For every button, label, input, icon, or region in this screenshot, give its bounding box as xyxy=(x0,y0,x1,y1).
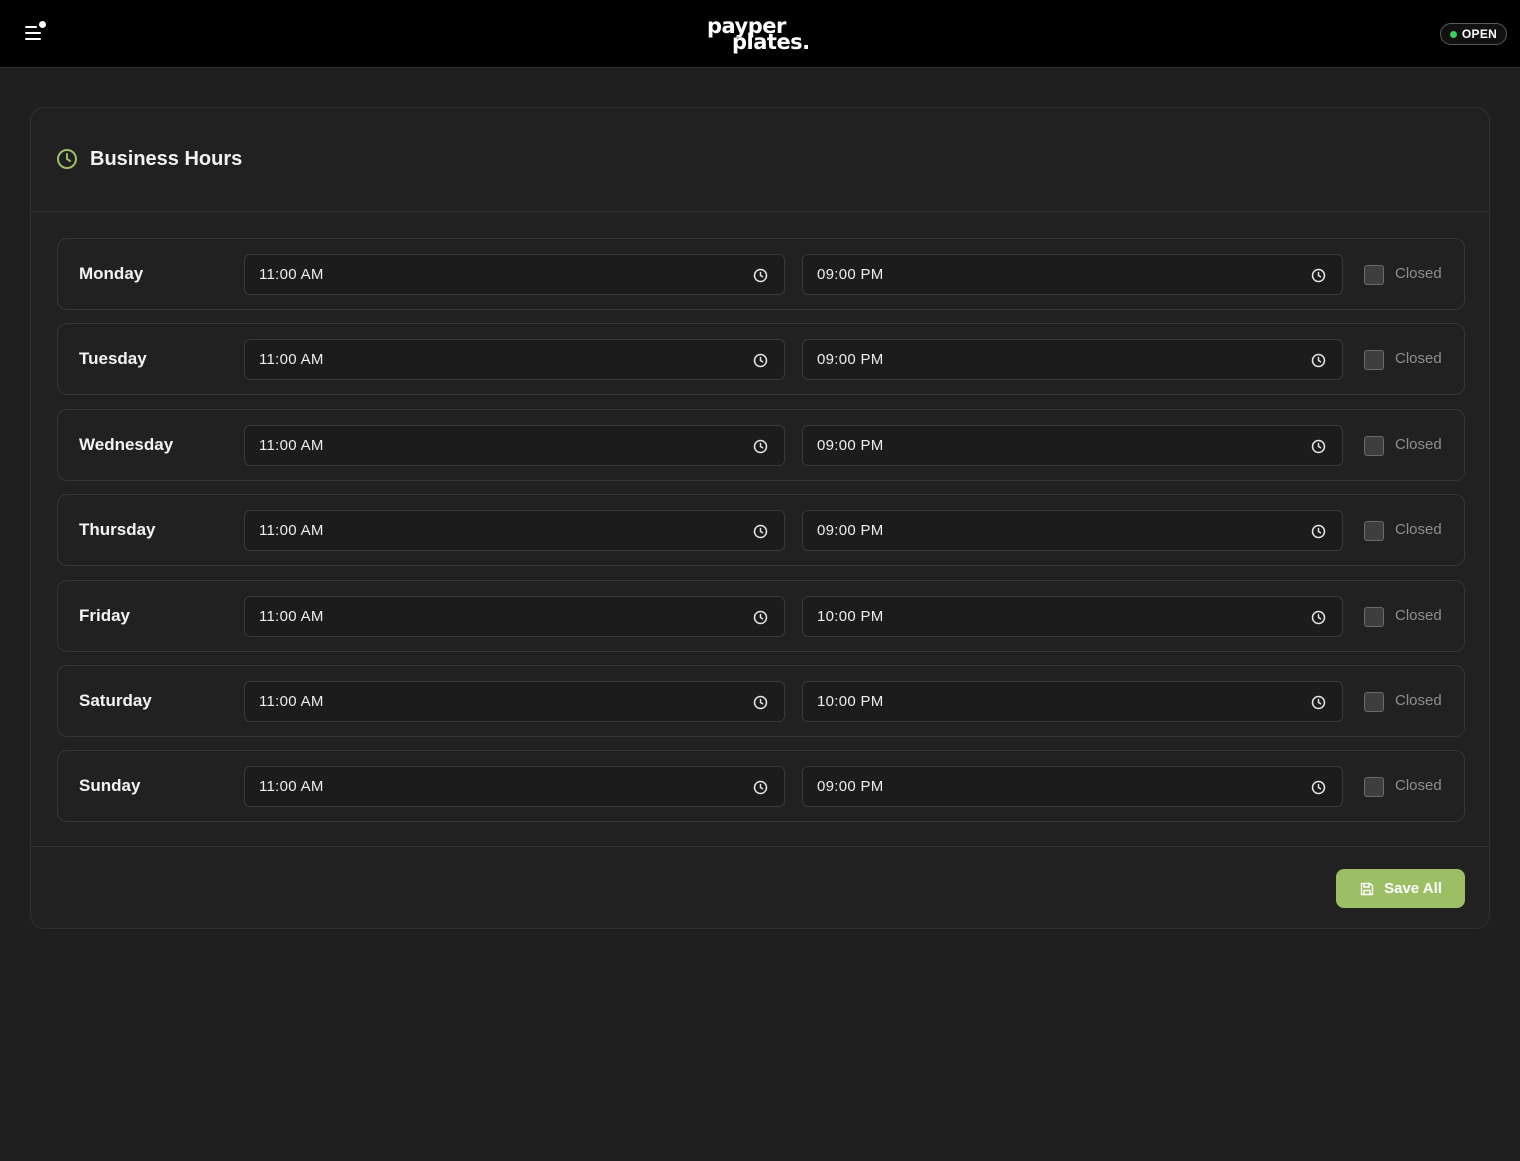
clock-icon[interactable] xyxy=(753,268,768,283)
page-title: Business Hours xyxy=(90,148,243,170)
close-time-value: 09:00 PM xyxy=(817,778,884,796)
day-rows: Monday 11:00 AM 09:00 PM Closed Tuesday 11:00… xyxy=(57,238,1465,836)
card-footer: Save All xyxy=(31,846,1489,930)
close-time-value: 09:00 PM xyxy=(817,351,884,369)
close-time-input[interactable]: 09:00 PM xyxy=(802,254,1343,295)
open-time-input[interactable]: 11:00 AM xyxy=(244,595,785,637)
clock-icon[interactable] xyxy=(1311,610,1326,625)
logo: payper plates. xyxy=(707,14,817,56)
day-name: Friday xyxy=(79,605,131,625)
clock-icon[interactable] xyxy=(753,439,768,454)
clock-icon[interactable] xyxy=(753,353,768,368)
day-name: Monday xyxy=(79,264,144,283)
save-all-label: Save All xyxy=(1384,880,1442,897)
open-time-input[interactable]: 11:00 AM xyxy=(244,510,785,552)
notification-dot xyxy=(39,21,46,28)
clock-icon[interactable] xyxy=(753,695,768,710)
day-row-friday: Friday 11:00 AM 10:00 PM Closed xyxy=(57,579,1465,652)
closed-checkbox[interactable] xyxy=(1364,691,1384,712)
business-hours-card: Business Hours Monday 11:00 AM 09:00 PM Clo… xyxy=(30,107,1490,929)
closed-label[interactable]: Closed xyxy=(1395,436,1442,453)
day-row-saturday: Saturday 11:00 AM 10:00 PM Closed xyxy=(57,664,1465,737)
closed-checkbox[interactable] xyxy=(1364,265,1384,285)
open-time-value: 11:00 AM xyxy=(259,351,324,369)
day-row-wednesday: Wednesday 11:00 AM 09:00 PM Closed xyxy=(57,408,1465,481)
closed-label[interactable]: Closed xyxy=(1395,265,1442,282)
close-time-value: 10:00 PM xyxy=(817,692,884,710)
day-name: Tuesday xyxy=(79,349,147,369)
clock-icon xyxy=(57,149,77,169)
logo-line-2: plates. xyxy=(732,30,810,54)
day-row-thursday: Thursday 11:00 AM 09:00 PM Closed xyxy=(57,494,1465,567)
clock-icon[interactable] xyxy=(1311,268,1326,283)
menu-icon[interactable] xyxy=(22,20,48,46)
clock-icon[interactable] xyxy=(753,780,768,795)
day-name: Sunday xyxy=(79,776,141,796)
close-time-input[interactable]: 10:00 PM xyxy=(802,595,1343,637)
day-name: Thursday xyxy=(79,520,156,540)
status-dot xyxy=(1449,30,1457,38)
close-time-input[interactable]: 10:00 PM xyxy=(802,680,1343,722)
closed-label[interactable]: Closed xyxy=(1395,692,1442,709)
day-row-monday: Monday 11:00 AM 09:00 PM Closed xyxy=(57,238,1465,310)
open-time-value: 11:00 AM xyxy=(259,607,324,625)
open-time-input[interactable]: 11:00 AM xyxy=(244,680,785,722)
day-name: Wednesday xyxy=(79,434,174,454)
status-label: OPEN xyxy=(1461,27,1498,41)
day-row-tuesday: Tuesday 11:00 AM 09:00 PM Closed xyxy=(57,323,1465,396)
save-icon xyxy=(1360,882,1374,895)
open-time-input[interactable]: 11:00 AM xyxy=(244,339,785,381)
closed-label[interactable]: Closed xyxy=(1395,607,1442,624)
open-time-input[interactable]: 11:00 AM xyxy=(244,766,785,808)
close-time-input[interactable]: 09:00 PM xyxy=(802,766,1343,808)
open-time-input[interactable]: 11:00 AM xyxy=(244,254,785,295)
clock-icon[interactable] xyxy=(1311,439,1326,454)
clock-icon[interactable] xyxy=(753,524,768,539)
close-time-input[interactable]: 09:00 PM xyxy=(802,424,1343,466)
card-header: Business Hours xyxy=(31,108,1489,212)
closed-checkbox[interactable] xyxy=(1364,777,1384,798)
top-bar: payper plates. OPEN xyxy=(0,0,1520,68)
closed-checkbox[interactable] xyxy=(1364,606,1384,627)
clock-icon[interactable] xyxy=(1311,695,1326,710)
clock-icon[interactable] xyxy=(1311,353,1326,368)
open-time-value: 11:00 AM xyxy=(259,266,324,283)
close-time-value: 09:00 PM xyxy=(817,266,884,283)
clock-icon[interactable] xyxy=(753,610,768,625)
open-time-value: 11:00 AM xyxy=(259,436,324,454)
save-all-button[interactable]: Save All xyxy=(1336,869,1465,908)
closed-checkbox[interactable] xyxy=(1364,521,1384,542)
close-time-input[interactable]: 09:00 PM xyxy=(802,339,1343,381)
clock-icon[interactable] xyxy=(1311,780,1326,795)
open-time-value: 11:00 AM xyxy=(259,778,324,796)
closed-label[interactable]: Closed xyxy=(1395,350,1442,367)
closed-checkbox[interactable] xyxy=(1364,435,1384,456)
close-time-input[interactable]: 09:00 PM xyxy=(802,510,1343,552)
closed-label[interactable]: Closed xyxy=(1395,777,1442,794)
closed-label[interactable]: Closed xyxy=(1395,521,1442,538)
open-time-value: 11:00 AM xyxy=(259,692,324,710)
open-time-value: 11:00 AM xyxy=(259,522,324,540)
open-time-input[interactable]: 11:00 AM xyxy=(244,424,785,466)
clock-icon[interactable] xyxy=(1311,524,1326,539)
status-badge[interactable]: OPEN xyxy=(1440,23,1507,45)
day-name: Saturday xyxy=(79,690,152,710)
closed-checkbox[interactable] xyxy=(1364,350,1384,371)
close-time-value: 09:00 PM xyxy=(817,436,884,454)
close-time-value: 10:00 PM xyxy=(817,607,884,625)
close-time-value: 09:00 PM xyxy=(817,522,884,540)
day-row-sunday: Sunday 11:00 AM 09:00 PM Closed xyxy=(57,750,1465,823)
